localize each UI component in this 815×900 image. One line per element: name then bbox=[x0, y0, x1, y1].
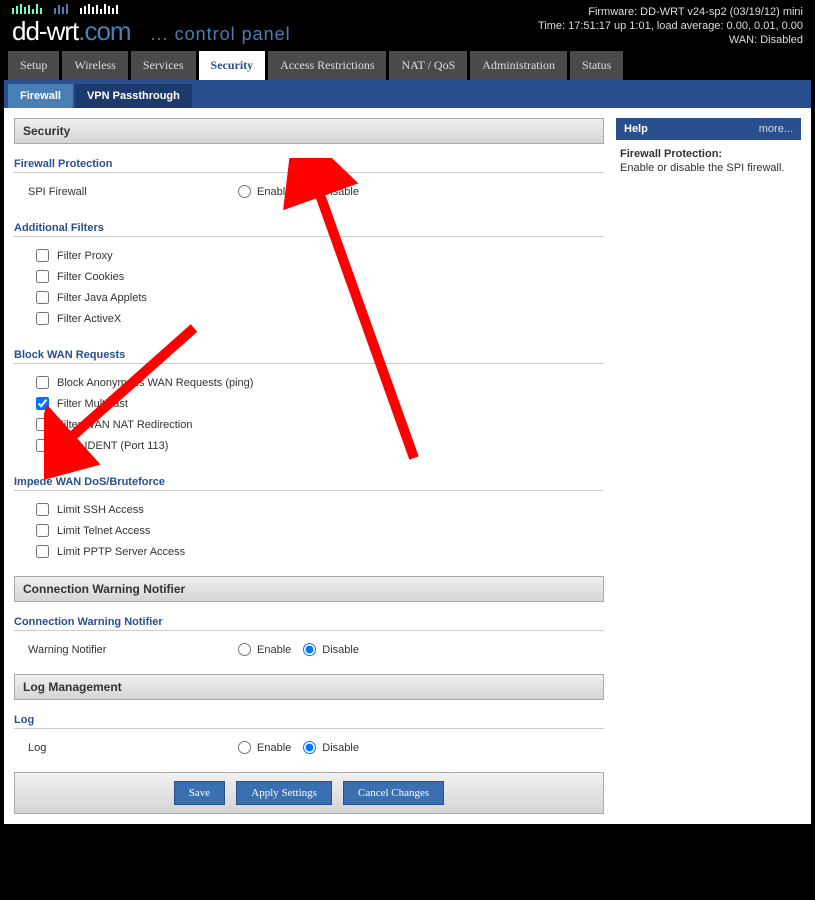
limit-pptp-label: Limit PPTP Server Access bbox=[57, 546, 185, 558]
help-more-link[interactable]: more... bbox=[759, 123, 793, 135]
panel-log-title: Log Management bbox=[14, 674, 604, 700]
filter-ident-label: Filter IDENT (Port 113) bbox=[57, 440, 168, 452]
filter-activex-checkbox[interactable] bbox=[36, 312, 49, 325]
status-block: Firmware: DD-WRT v24-sp2 (03/19/12) mini… bbox=[538, 5, 803, 47]
main-tabs: Setup Wireless Services Security Access … bbox=[4, 51, 811, 80]
apply-settings-button[interactable]: Apply Settings bbox=[236, 781, 332, 805]
subtab-firewall[interactable]: Firewall bbox=[8, 84, 73, 108]
filter-proxy-label: Filter Proxy bbox=[57, 250, 113, 262]
warn-enable-label[interactable]: Enable bbox=[257, 644, 291, 656]
filter-cookies-label: Filter Cookies bbox=[57, 271, 124, 283]
tab-wireless[interactable]: Wireless bbox=[62, 51, 128, 80]
section-block-wan: Block WAN Requests bbox=[14, 349, 604, 364]
tab-access-restrictions[interactable]: Access Restrictions bbox=[268, 51, 386, 80]
filter-cookies-checkbox[interactable] bbox=[36, 270, 49, 283]
section-cwn: Connection Warning Notifier bbox=[14, 616, 604, 631]
spi-enable-radio[interactable] bbox=[238, 185, 251, 198]
time-line: Time: 17:51:17 up 1:01, load average: 0.… bbox=[538, 19, 803, 33]
spi-disable-label[interactable]: Disable bbox=[322, 186, 359, 198]
filter-proxy-checkbox[interactable] bbox=[36, 249, 49, 262]
warn-disable-label[interactable]: Disable bbox=[322, 644, 359, 656]
firmware-line: Firmware: DD-WRT v24-sp2 (03/19/12) mini bbox=[538, 5, 803, 19]
button-bar: Save Apply Settings Cancel Changes bbox=[14, 772, 604, 814]
help-text: Enable or disable the SPI firewall. bbox=[620, 162, 784, 174]
log-enable-label[interactable]: Enable bbox=[257, 742, 291, 754]
warning-notifier-label: Warning Notifier bbox=[28, 644, 238, 656]
filter-multicast-checkbox[interactable] bbox=[36, 397, 49, 410]
limit-telnet-label: Limit Telnet Access bbox=[57, 525, 150, 537]
filter-java-label: Filter Java Applets bbox=[57, 292, 147, 304]
logo-bars-icon bbox=[12, 4, 291, 14]
help-panel: Help more... Firewall Protection: Enable… bbox=[616, 118, 801, 814]
tab-administration[interactable]: Administration bbox=[470, 51, 567, 80]
help-title: Help bbox=[624, 123, 648, 135]
spi-enable-label[interactable]: Enable bbox=[257, 186, 291, 198]
warn-enable-radio[interactable] bbox=[238, 643, 251, 656]
tab-security[interactable]: Security bbox=[199, 51, 266, 80]
limit-ssh-label: Limit SSH Access bbox=[57, 504, 144, 516]
tab-status[interactable]: Status bbox=[570, 51, 623, 80]
help-heading: Firewall Protection: bbox=[620, 148, 797, 160]
filter-activex-label: Filter ActiveX bbox=[57, 313, 121, 325]
section-firewall-protection: Firewall Protection bbox=[14, 158, 604, 173]
spi-firewall-label: SPI Firewall bbox=[28, 186, 238, 198]
warn-disable-radio[interactable] bbox=[303, 643, 316, 656]
panel-cwn-title: Connection Warning Notifier bbox=[14, 576, 604, 602]
wan-line: WAN: Disabled bbox=[538, 33, 803, 47]
tab-services[interactable]: Services bbox=[131, 51, 196, 80]
filter-multicast-label: Filter Multicast bbox=[57, 398, 128, 410]
tab-setup[interactable]: Setup bbox=[8, 51, 59, 80]
section-log: Log bbox=[14, 714, 604, 729]
log-label: Log bbox=[28, 742, 238, 754]
section-impede: Impede WAN DoS/Bruteforce bbox=[14, 476, 604, 491]
filter-java-checkbox[interactable] bbox=[36, 291, 49, 304]
filter-ident-checkbox[interactable] bbox=[36, 439, 49, 452]
tab-nat-qos[interactable]: NAT / QoS bbox=[389, 51, 467, 80]
limit-pptp-checkbox[interactable] bbox=[36, 545, 49, 558]
log-disable-radio[interactable] bbox=[303, 741, 316, 754]
save-button[interactable]: Save bbox=[174, 781, 225, 805]
sub-tabs: Firewall VPN Passthrough bbox=[4, 80, 811, 108]
subtab-vpn-passthrough[interactable]: VPN Passthrough bbox=[75, 84, 192, 108]
main-panel: Security Firewall Protection SPI Firewal… bbox=[14, 118, 604, 814]
log-enable-radio[interactable] bbox=[238, 741, 251, 754]
logo: dd-wrt.com ... control panel bbox=[12, 4, 291, 47]
filter-nat-checkbox[interactable] bbox=[36, 418, 49, 431]
log-disable-label[interactable]: Disable bbox=[322, 742, 359, 754]
filter-nat-label: Filter WAN NAT Redirection bbox=[57, 419, 193, 431]
block-anon-label: Block Anonymous WAN Requests (ping) bbox=[57, 377, 253, 389]
block-anon-checkbox[interactable] bbox=[36, 376, 49, 389]
logo-text: dd-wrt.com bbox=[12, 16, 131, 47]
limit-ssh-checkbox[interactable] bbox=[36, 503, 49, 516]
limit-telnet-checkbox[interactable] bbox=[36, 524, 49, 537]
cancel-changes-button[interactable]: Cancel Changes bbox=[343, 781, 444, 805]
header: dd-wrt.com ... control panel Firmware: D… bbox=[4, 4, 811, 51]
spi-disable-radio[interactable] bbox=[303, 185, 316, 198]
section-additional-filters: Additional Filters bbox=[14, 222, 604, 237]
control-panel-label: ... control panel bbox=[151, 24, 291, 45]
panel-security-title: Security bbox=[14, 118, 604, 144]
